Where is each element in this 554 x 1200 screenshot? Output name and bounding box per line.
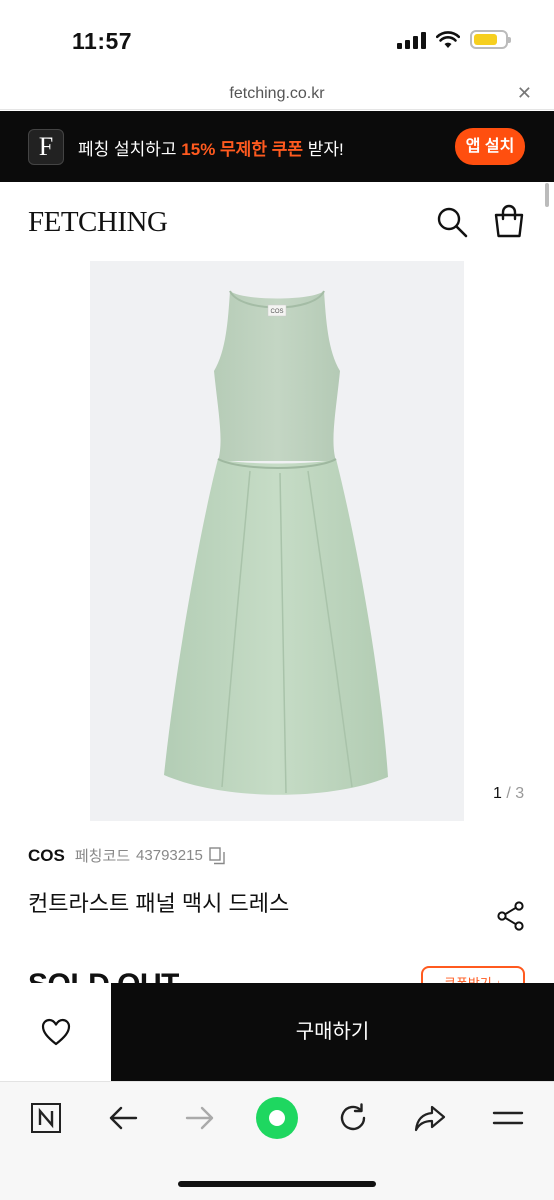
product-code-value: 43793215 — [136, 847, 203, 864]
app-install-button[interactable]: 앱 설치 — [455, 128, 525, 165]
search-icon[interactable] — [436, 206, 468, 238]
wishlist-button[interactable] — [0, 983, 111, 1081]
image-counter-current: 1 — [493, 785, 502, 802]
back-arrow-icon[interactable] — [108, 1105, 138, 1131]
dress-illustration: COS — [164, 290, 388, 795]
site-header: FETCHING — [0, 182, 554, 260]
image-counter: 1 / 3 — [493, 785, 524, 803]
close-icon[interactable]: ✕ — [517, 83, 532, 104]
forward-button[interactable] — [180, 1098, 220, 1138]
green-dot-icon[interactable] — [255, 1096, 299, 1140]
garment-label: COS — [270, 309, 283, 315]
heart-icon[interactable] — [41, 1018, 71, 1046]
naver-home-button[interactable] — [26, 1098, 66, 1138]
purchase-bar: 구매하기 — [0, 983, 554, 1081]
banner-text-before: 페칭 설치하고 — [78, 140, 182, 159]
banner-text: 페칭 설치하고 15% 무제한 쿠폰 받자! — [78, 135, 344, 160]
menu-button[interactable] — [488, 1098, 528, 1138]
share-page-button[interactable] — [410, 1098, 450, 1138]
share-icon[interactable] — [497, 901, 525, 931]
naver-n-icon[interactable] — [30, 1102, 62, 1134]
reload-button[interactable] — [333, 1098, 373, 1138]
coupon-button[interactable]: 쿠폰받기 ↓ — [421, 966, 525, 984]
banner-text-after: 받자! — [302, 140, 344, 159]
app-install-banner: F 페칭 설치하고 15% 무제한 쿠폰 받자! 앱 설치 — [0, 111, 554, 182]
shopping-bag-icon[interactable] — [493, 204, 525, 238]
status-bar: 11:57 — [0, 0, 554, 80]
url-bar[interactable]: fetching.co.kr ✕ — [0, 80, 554, 110]
banner-text-highlight: 15% 무제한 쿠폰 — [181, 140, 303, 159]
cellular-signal-icon — [397, 31, 426, 49]
reload-icon[interactable] — [338, 1103, 368, 1133]
share-arrow-icon[interactable] — [414, 1104, 446, 1132]
status-icons — [397, 30, 511, 49]
home-indicator[interactable] — [178, 1181, 376, 1187]
image-counter-total: 3 — [515, 785, 525, 802]
product-image[interactable]: COS — [90, 261, 464, 821]
url-text[interactable]: fetching.co.kr — [0, 85, 554, 103]
buy-button[interactable]: 구매하기 — [111, 983, 554, 1081]
brand-row: COS 페칭코드 43793215 — [28, 845, 225, 866]
brand-name[interactable]: COS — [28, 846, 65, 866]
image-counter-separator: / — [501, 785, 516, 802]
sold-out-status: SOLD OUT — [28, 965, 179, 983]
back-button[interactable] — [103, 1098, 143, 1138]
app-logo: F — [28, 129, 64, 165]
forward-arrow-icon[interactable] — [185, 1105, 215, 1131]
site-logo[interactable]: FETCHING — [28, 206, 168, 239]
copy-icon[interactable] — [209, 846, 225, 865]
status-time: 11:57 — [72, 28, 133, 54]
product-name: 컨트라스트 패널 맥시 드레스 — [28, 891, 290, 916]
menu-icon[interactable] — [492, 1107, 524, 1129]
green-dot-button[interactable] — [253, 1094, 301, 1142]
wifi-icon — [436, 30, 460, 48]
battery-fill — [474, 34, 498, 45]
battery-icon — [470, 30, 511, 49]
product-code-label: 페칭코드 — [74, 848, 131, 865]
